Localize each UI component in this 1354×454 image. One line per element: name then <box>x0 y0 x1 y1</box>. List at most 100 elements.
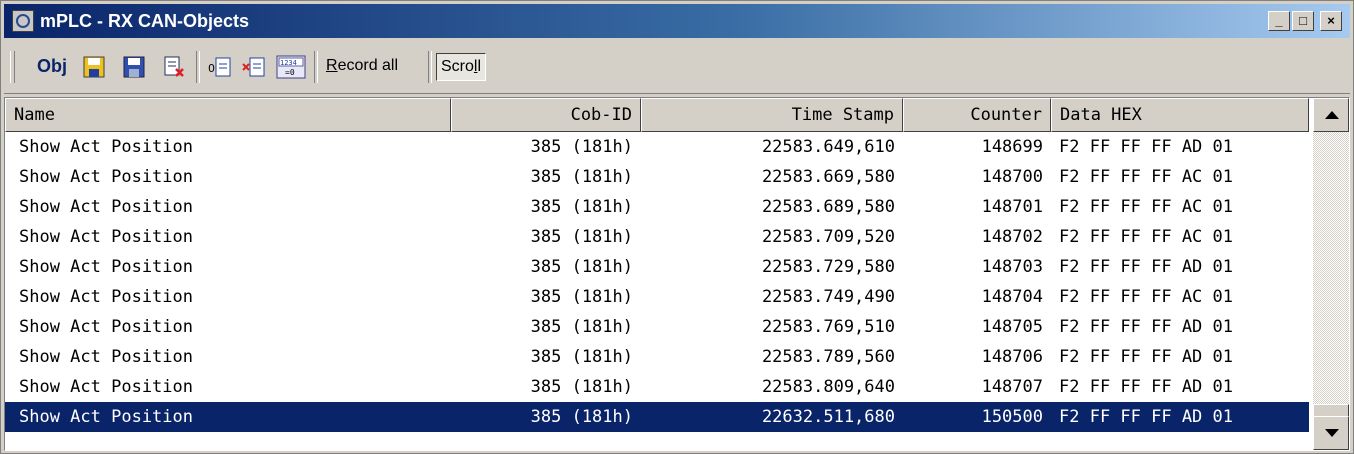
cell-data-hex: F2 FF FF FF AC 01 <box>1059 167 1233 187</box>
cell-time-stamp: 22632.511,680 <box>761 407 895 427</box>
cell-cob-id: 385 (181h) <box>530 347 633 367</box>
scroll-toggle-button[interactable]: Scroll <box>436 53 487 81</box>
table-row[interactable]: Show Act Position 385 (181h) 22583.809,640… <box>5 372 1309 402</box>
column-header-cob-id[interactable]: Cob-ID <box>451 98 641 132</box>
cell-data-hex: F2 FF FF FF AD 01 <box>1059 317 1233 337</box>
scroll-down-button[interactable] <box>1313 416 1349 450</box>
table-row[interactable]: Show Act Position 385 (181h) 22583.729,580… <box>5 252 1309 282</box>
cell-counter: 148704 <box>981 287 1043 307</box>
column-header-data-hex[interactable]: Data HEX <box>1051 98 1309 132</box>
cell-name: Show Act Position <box>19 197 193 217</box>
cell-name: Show Act Position <box>19 137 193 157</box>
cell-name: Show Act Position <box>19 377 193 397</box>
cell-data-hex: F2 FF FF FF AD 01 <box>1059 347 1233 367</box>
rx-can-objects-window: mPLC - RX CAN-Objects _ □ × Obj 0 1234 =0… <box>0 0 1354 454</box>
cell-cob-id: 385 (181h) <box>530 287 633 307</box>
toolbar-grip[interactable] <box>10 51 15 83</box>
cell-counter: 148701 <box>981 197 1043 217</box>
cell-time-stamp: 22583.709,520 <box>761 227 895 247</box>
list-header: Name Cob-ID Time Stamp Counter Data HEX <box>5 98 1309 132</box>
cell-cob-id: 385 (181h) <box>530 227 633 247</box>
cell-data-hex: F2 FF FF FF AC 01 <box>1059 227 1233 247</box>
cell-time-stamp: 22583.729,580 <box>761 257 895 277</box>
cell-name: Show Act Position <box>19 347 193 367</box>
scroll-label: Scro <box>441 58 474 75</box>
cell-data-hex: F2 FF FF FF AD 01 <box>1059 257 1233 277</box>
cell-counter: 148702 <box>981 227 1043 247</box>
close-button[interactable]: × <box>1320 11 1342 31</box>
cell-time-stamp: 22583.789,560 <box>761 347 895 367</box>
vertical-scrollbar[interactable] <box>1313 98 1349 450</box>
record-all-button[interactable]: Record all <box>322 53 402 81</box>
clear-icon[interactable] <box>242 55 266 79</box>
table-row[interactable]: Show Act Position 385 (181h) 22583.709,520… <box>5 222 1309 252</box>
cell-time-stamp: 22583.769,510 <box>761 317 895 337</box>
toolbar-separator <box>428 51 432 83</box>
reset-icon[interactable]: 0 <box>208 55 232 79</box>
maximize-button[interactable]: □ <box>1292 11 1314 31</box>
cell-time-stamp: 22583.809,640 <box>761 377 895 397</box>
scroll-label-end: l <box>477 58 482 75</box>
save-as-icon[interactable] <box>122 55 146 79</box>
toolbar-separator <box>196 51 200 83</box>
cell-counter: 148705 <box>981 317 1043 337</box>
column-header-time-stamp[interactable]: Time Stamp <box>641 98 903 132</box>
table-row[interactable]: Show Act Position 385 (181h) 22583.769,510… <box>5 312 1309 342</box>
cell-counter: 148706 <box>981 347 1043 367</box>
cell-counter: 148700 <box>981 167 1043 187</box>
delete-file-icon[interactable] <box>162 55 186 79</box>
toolbar: Obj 0 1234 =0 Record all Scroll <box>4 41 1350 94</box>
cell-counter: 148707 <box>981 377 1043 397</box>
cell-name: Show Act Position <box>19 227 193 247</box>
cell-data-hex: F2 FF FF FF AD 01 <box>1059 407 1233 427</box>
counter-reset-icon[interactable]: 1234 =0 <box>276 55 306 79</box>
svg-text:=0: =0 <box>285 68 295 77</box>
can-objects-list[interactable]: Name Cob-ID Time Stamp Counter Data HEX … <box>4 97 1350 451</box>
table-row[interactable]: Show Act Position 385 (181h) 22583.669,580… <box>5 162 1309 192</box>
record-all-label: ecord all <box>337 57 399 74</box>
arrow-down-icon <box>1325 429 1339 437</box>
obj-button[interactable]: Obj <box>34 53 70 81</box>
save-icon[interactable] <box>82 55 106 79</box>
cell-cob-id: 385 (181h) <box>530 197 633 217</box>
cell-data-hex: F2 FF FF FF AD 01 <box>1059 377 1233 397</box>
cell-counter: 150500 <box>981 407 1043 427</box>
cell-time-stamp: 22583.649,610 <box>761 137 895 157</box>
cell-cob-id: 385 (181h) <box>530 167 633 187</box>
cell-data-hex: F2 FF FF FF AC 01 <box>1059 287 1233 307</box>
cell-cob-id: 385 (181h) <box>530 257 633 277</box>
cell-data-hex: F2 FF FF FF AC 01 <box>1059 197 1233 217</box>
cell-counter: 148703 <box>981 257 1043 277</box>
cell-name: Show Act Position <box>19 317 193 337</box>
title-bar[interactable]: mPLC - RX CAN-Objects _ □ × <box>4 4 1350 38</box>
table-row[interactable]: Show Act Position 385 (181h) 22583.649,610… <box>5 132 1309 162</box>
table-row[interactable]: Show Act Position 385 (181h) 22583.689,580… <box>5 192 1309 222</box>
toolbar-separator <box>314 51 318 83</box>
cell-name: Show Act Position <box>19 257 193 277</box>
record-all-accelerator: R <box>326 57 338 74</box>
window-title: mPLC - RX CAN-Objects <box>40 11 250 31</box>
arrow-up-icon <box>1325 111 1339 119</box>
table-row[interactable]: Show Act Position 385 (181h) 22583.789,560… <box>5 342 1309 372</box>
cell-time-stamp: 22583.749,490 <box>761 287 895 307</box>
svg-text:1234: 1234 <box>280 59 297 67</box>
svg-text:0: 0 <box>208 62 215 75</box>
cell-name: Show Act Position <box>19 407 193 427</box>
cell-name: Show Act Position <box>19 167 193 187</box>
app-icon[interactable] <box>12 10 34 32</box>
column-header-name[interactable]: Name <box>5 98 451 132</box>
cell-cob-id: 385 (181h) <box>530 377 633 397</box>
table-row[interactable]: Show Act Position 385 (181h) 22583.749,490… <box>5 282 1309 312</box>
cell-time-stamp: 22583.689,580 <box>761 197 895 217</box>
column-header-counter[interactable]: Counter <box>903 98 1051 132</box>
cell-time-stamp: 22583.669,580 <box>761 167 895 187</box>
scroll-up-button[interactable] <box>1313 98 1349 132</box>
cell-cob-id: 385 (181h) <box>530 317 633 337</box>
cell-name: Show Act Position <box>19 287 193 307</box>
minimize-button[interactable]: _ <box>1268 11 1290 31</box>
cell-data-hex: F2 FF FF FF AD 01 <box>1059 137 1233 157</box>
cell-counter: 148699 <box>981 137 1043 157</box>
table-row[interactable]: Show Act Position 385 (181h) 22632.511,680… <box>5 402 1309 432</box>
cell-cob-id: 385 (181h) <box>530 407 633 427</box>
cell-cob-id: 385 (181h) <box>530 137 633 157</box>
